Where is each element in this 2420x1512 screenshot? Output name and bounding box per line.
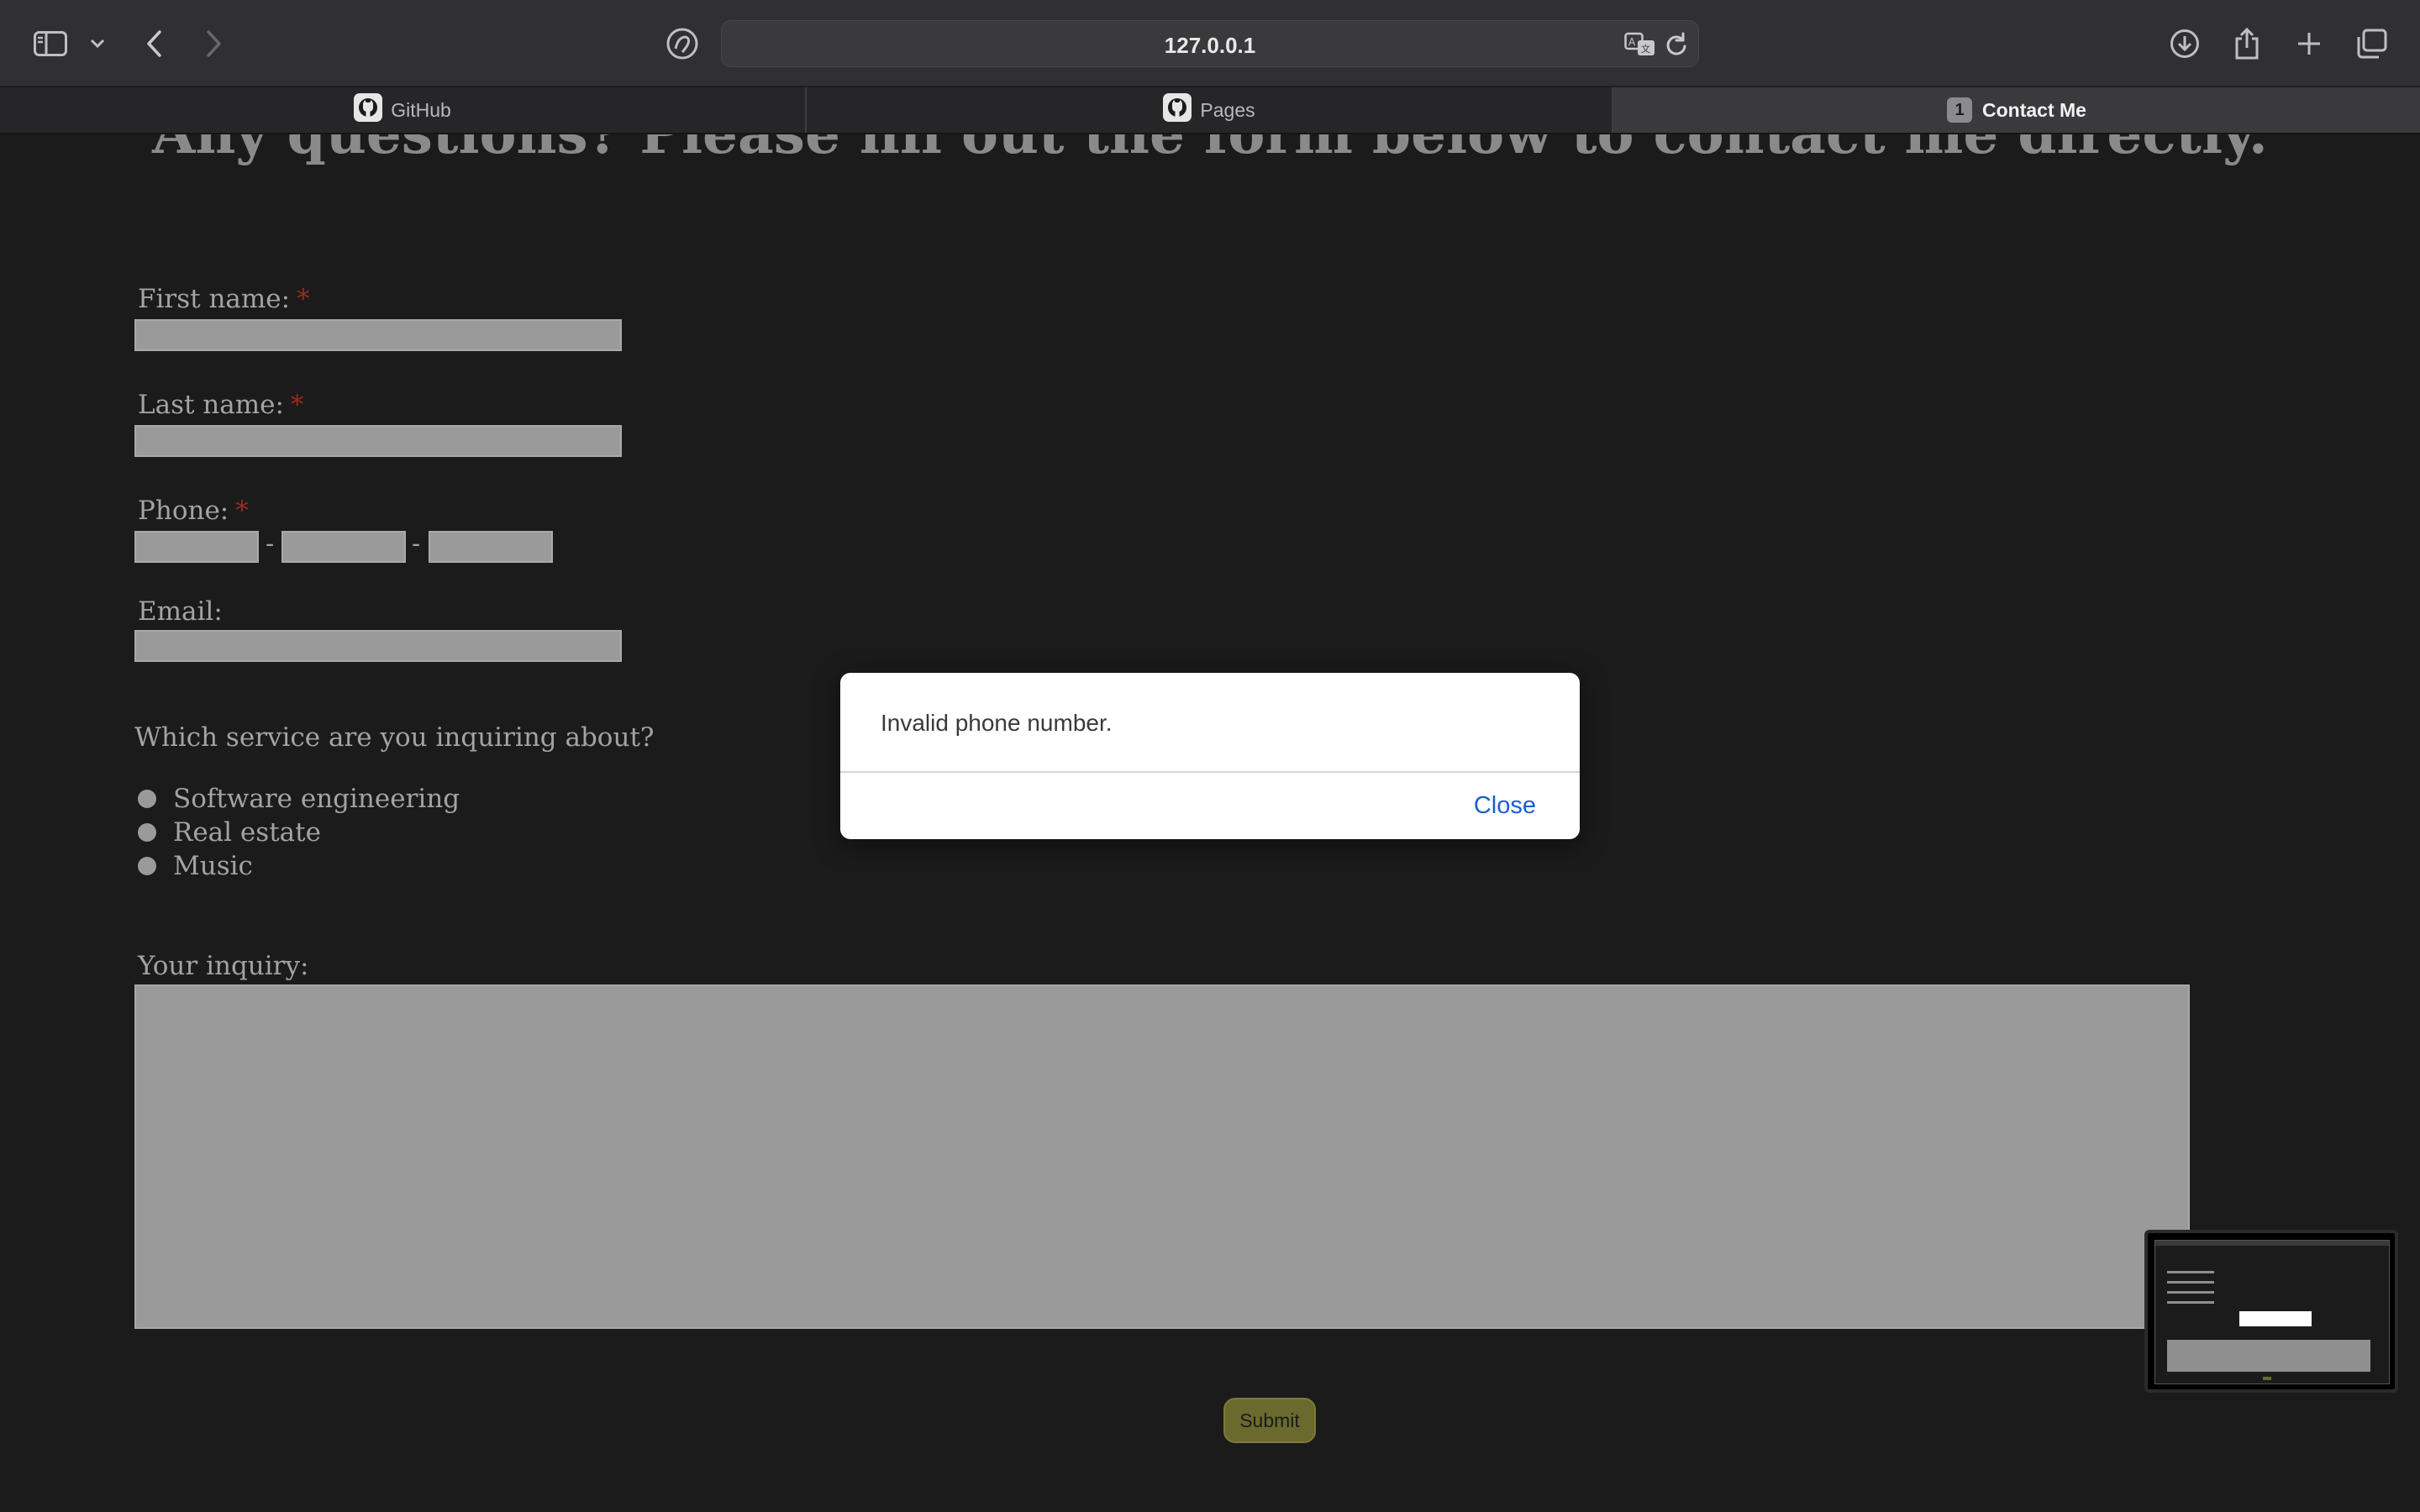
url-text: 127.0.0.1 [1164,33,1256,58]
privacy-shield-icon[interactable] [660,22,704,66]
share-icon[interactable] [2225,22,2269,66]
plus-icon[interactable] [2287,22,2331,66]
forward-icon[interactable] [192,22,235,66]
tab-label: Contact Me [1982,98,2086,121]
github-icon [1163,93,1192,127]
service-question: Which service are you inquiring about? [134,722,655,753]
chevron-down-icon[interactable] [79,22,116,66]
inquiry-textarea[interactable] [134,984,2190,1329]
phone-line-number-input[interactable] [429,531,553,563]
thumbnail-dialog [2239,1311,2312,1326]
radio-label: Software engineering [173,784,460,814]
reload-icon[interactable] [1665,31,1688,62]
svg-text:A: A [1628,36,1636,48]
tabs-overview-icon[interactable] [2349,22,2393,66]
phone-separator: - [412,529,421,559]
first-name-input[interactable] [134,319,622,351]
thumbnail-field [2167,1281,2214,1284]
tab-bar: GitHub Pages 1 Contact Me [0,87,2420,134]
browser-toolbar: 127.0.0.1 A文 [0,0,2420,87]
tab-contact-me[interactable]: 1 Contact Me [1613,87,2420,133]
thumbnail-field [2167,1291,2214,1294]
required-marker: * [235,496,249,526]
phone-area-code-input[interactable] [134,531,259,563]
last-name-label: Last name: * [138,390,304,420]
radio-button[interactable] [138,790,156,808]
sidebar-icon[interactable] [29,22,72,66]
phone-separator: - [266,529,275,559]
thumbnail-field [2167,1301,2214,1304]
tab-badge: 1 [1947,97,1973,123]
email-input[interactable] [134,630,622,662]
thumbnail-toolbar [2155,1241,2389,1246]
radio-option[interactable]: Real estate [138,817,321,848]
back-icon[interactable] [133,22,176,66]
svg-text:文: 文 [1641,43,1650,55]
dialog-message: Invalid phone number. [881,710,1113,736]
radio-label: Music [173,851,253,881]
tab-label: Pages [1200,98,1255,121]
last-name-input[interactable] [134,425,622,457]
required-marker: * [297,284,310,314]
thumbnail-submit [2263,1377,2271,1380]
tab-pages[interactable]: Pages [807,87,1612,133]
page-heading: Any questions? Please fill out the form … [0,134,2420,166]
tab-label: GitHub [391,98,451,121]
required-marker: * [290,390,304,420]
dialog-divider [840,771,1580,773]
phone-prefix-input[interactable] [281,531,406,563]
dialog-close-button[interactable]: Close [1474,792,1536,820]
radio-button[interactable] [138,823,156,842]
github-icon [354,93,383,127]
thumbnail-textarea [2167,1340,2370,1372]
first-name-label: First name: * [138,284,310,314]
alert-dialog: Invalid phone number. Close [840,673,1580,839]
screenshot-thumbnail[interactable] [2144,1230,2398,1393]
phone-label: Phone: * [138,496,249,526]
radio-button[interactable] [138,857,156,875]
tab-github[interactable]: GitHub [0,87,805,133]
email-label: Email: [138,596,223,627]
submit-button[interactable]: Submit [1223,1398,1316,1443]
radio-label: Real estate [173,817,321,848]
inquiry-label: Your inquiry: [138,951,309,981]
thumbnail-preview [2154,1240,2390,1384]
thumbnail-field [2167,1271,2214,1273]
translate-icon[interactable]: A文 [1624,31,1658,62]
radio-option[interactable]: Music [138,851,253,881]
address-bar[interactable]: 127.0.0.1 A文 [721,20,1699,67]
radio-option[interactable]: Software engineering [138,784,460,814]
download-icon[interactable] [2163,22,2207,66]
